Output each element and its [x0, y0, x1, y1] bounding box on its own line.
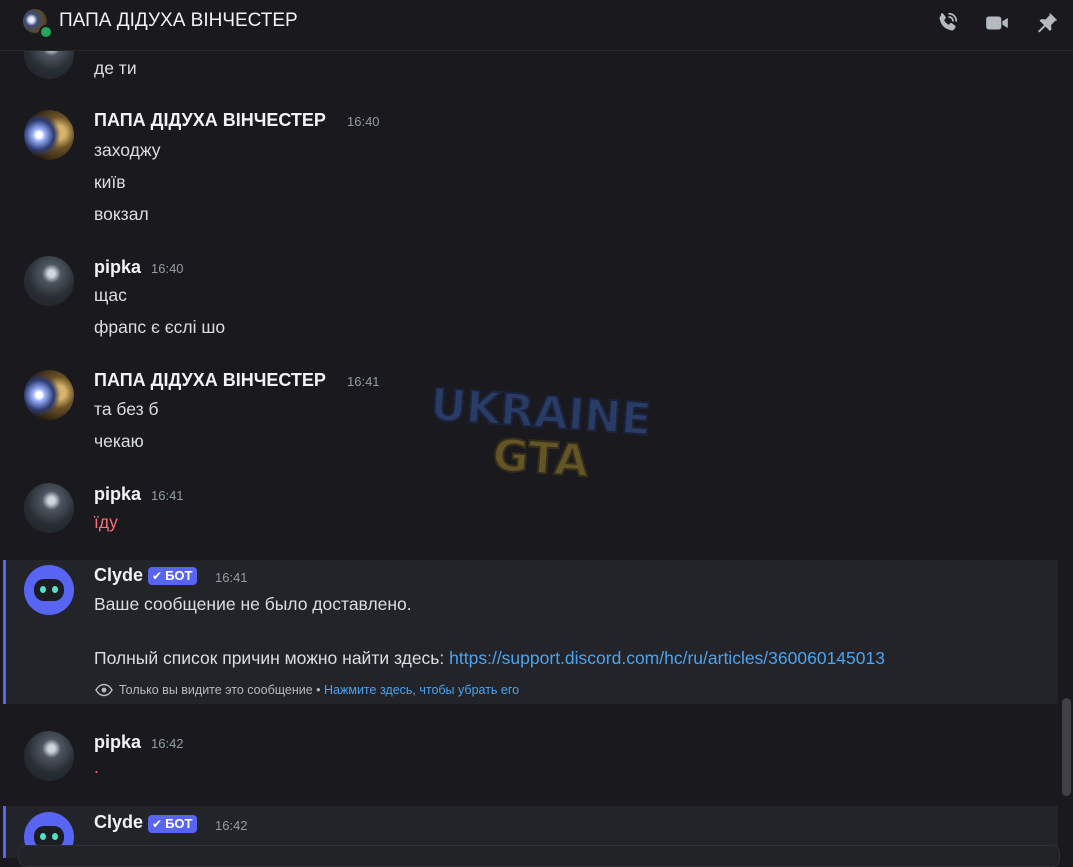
message-text: київ: [94, 172, 126, 192]
ephemeral-note: Только вы видите это сообщение • Нажмите…: [119, 683, 519, 697]
message-text: фрапс є єслі шо: [94, 317, 226, 337]
message-text-failed: .: [94, 757, 99, 777]
username[interactable]: pipka: [94, 257, 141, 278]
dismiss-message-link[interactable]: Нажмите здесь, чтобы убрать его: [324, 683, 519, 697]
message-text: Полный список причин можно найти здесь: …: [94, 648, 885, 669]
message-text: де ти: [94, 58, 137, 78]
username[interactable]: ПАПА ДІДУХА ВІНЧЕСТЕР: [94, 370, 326, 391]
bot-badge: ✔ БОТ: [148, 567, 198, 585]
timestamp: 16:40: [347, 114, 380, 129]
bot-badge-label: БОТ: [165, 568, 193, 583]
message-text: щас: [94, 285, 127, 305]
username[interactable]: Clyde: [94, 565, 143, 586]
avatar[interactable]: [24, 731, 74, 781]
username[interactable]: ПАПА ДІДУХА ВІНЧЕСТЕР: [94, 110, 326, 131]
avatar[interactable]: [24, 110, 74, 160]
timestamp: 16:41: [151, 488, 184, 503]
eye-icon: [95, 683, 113, 697]
phone-call-icon[interactable]: [934, 10, 960, 36]
timestamp: 16:42: [151, 736, 184, 751]
timestamp: 16:41: [215, 570, 248, 585]
channel-title[interactable]: ПАПА ДІДУХА ВІНЧЕСТЕР: [59, 10, 298, 32]
avatar[interactable]: [24, 370, 74, 420]
username[interactable]: pipka: [94, 484, 141, 505]
video-camera-icon[interactable]: [984, 10, 1010, 36]
verified-check-icon: ✔: [152, 569, 163, 583]
username[interactable]: Clyde: [94, 812, 143, 833]
pin-icon[interactable]: [1034, 10, 1060, 36]
message-composer[interactable]: [18, 845, 1060, 867]
avatar[interactable]: [24, 256, 74, 306]
timestamp: 16:42: [215, 818, 248, 833]
channel-header: ПАПА ДІДУХА ВІНЧЕСТЕР: [0, 0, 1073, 51]
timestamp: 16:40: [151, 261, 184, 276]
ukraine-gta-watermark: UKRAINE GTA: [428, 378, 653, 485]
avatar[interactable]: [24, 483, 74, 533]
timestamp: 16:41: [347, 374, 380, 389]
message-text: Ваше сообщение не было доставлено.: [94, 594, 412, 614]
clyde-avatar[interactable]: [24, 565, 74, 615]
watermark-line2: GTA: [491, 430, 590, 485]
username[interactable]: pipka: [94, 732, 141, 753]
avatar[interactable]: [24, 51, 74, 79]
message-text-failed: їду: [94, 512, 118, 532]
message-text: чекаю: [94, 431, 144, 451]
bot-badge-label: БОТ: [165, 816, 193, 831]
message-text: заходжу: [94, 140, 161, 160]
support-link[interactable]: https://support.discord.com/hc/ru/articl…: [449, 648, 885, 668]
ephemeral-note-text: Только вы видите это сообщение: [119, 683, 313, 697]
separator: •: [312, 683, 325, 697]
online-status-dot: [39, 25, 53, 39]
bot-badge: ✔ БОТ: [148, 815, 198, 833]
verified-check-icon: ✔: [152, 817, 163, 831]
message-text: та без б: [94, 399, 159, 419]
message-text-prefix: Полный список причин можно найти здесь:: [94, 648, 450, 668]
message-text: вокзал: [94, 204, 149, 224]
scrollbar-thumb[interactable]: [1062, 698, 1071, 796]
